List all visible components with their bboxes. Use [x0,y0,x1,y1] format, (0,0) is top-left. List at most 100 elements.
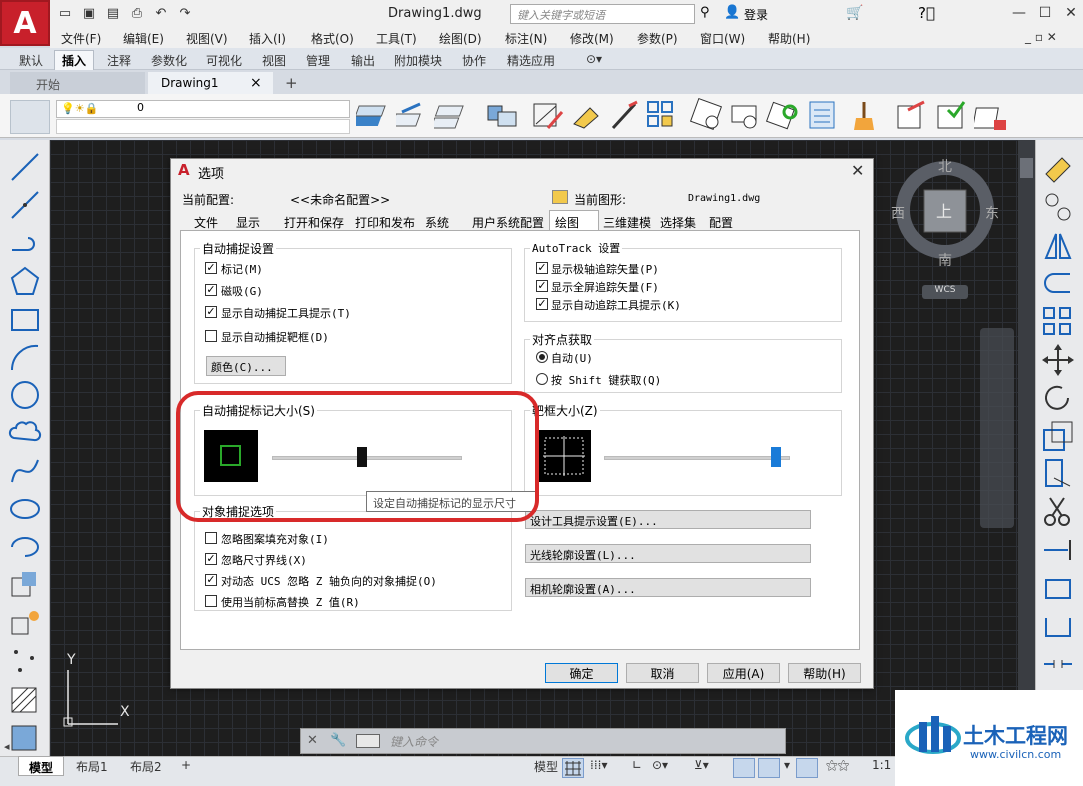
rotate-tool-icon[interactable] [1040,380,1076,416]
menu-help[interactable]: 帮助(H) [768,30,810,47]
otrack-toggle-icon[interactable] [758,758,780,778]
ribbon-tab-visualize[interactable]: 可视化 [206,52,242,69]
menu-window[interactable]: 窗口(W) [700,30,745,47]
ignore-hatch-checkbox[interactable] [205,532,217,544]
line-icon[interactable] [8,150,42,184]
tab-plot-publish[interactable]: 打印和发布 [353,213,417,231]
app-menu-button[interactable]: A [0,0,50,46]
redo-icon[interactable]: ↷ [176,5,194,23]
pencil-icon[interactable] [607,98,643,134]
ribbon-tab-default[interactable]: 默认 [19,52,43,69]
menu-parametric[interactable]: 参数(P) [637,30,678,47]
layout-tab-1[interactable]: 布局1 [76,758,108,775]
gradient-icon[interactable] [8,720,42,754]
help-icon[interactable]: ?⃝ [918,4,935,22]
layout-tab-model[interactable]: 模型 [18,756,64,776]
checklist-icon[interactable] [934,98,970,134]
wcs-menu[interactable]: WCS [922,285,968,299]
circle-icon[interactable] [8,378,42,412]
cancel-button[interactable]: 取消 [626,663,699,683]
chamfer-tool-icon[interactable] [1040,646,1076,682]
replace-z-checkbox[interactable] [205,595,217,607]
new-tab-icon[interactable]: + [285,74,298,92]
annotation-visibility-icon[interactable] [796,758,818,778]
ellipse-arc-icon[interactable] [8,530,42,564]
import-icon[interactable] [894,98,930,134]
model-space-toggle[interactable]: 模型 [534,758,558,775]
layer-match-icon[interactable] [396,98,432,134]
drafting-tooltip-settings-button[interactable]: 设计工具提示设置(E)... [525,510,811,529]
autosnap-magnet-checkbox[interactable]: ✓ [205,284,217,296]
ribbon-tab-addins[interactable]: 附加模块 [394,52,442,69]
menu-insert[interactable]: 插入(I) [249,30,286,47]
cart-icon[interactable]: 🛒 [846,5,863,21]
saveas-icon[interactable]: ▤ [104,5,122,23]
plot-icon[interactable]: ⎙ [128,5,146,23]
lights-glyph-settings-button[interactable]: 光线轮廓设置(L)... [525,544,811,563]
undo-icon[interactable]: ↶ [152,5,170,23]
ignore-dimext-checkbox[interactable]: ✓ [205,553,217,565]
spline-icon[interactable] [8,454,42,488]
menu-view[interactable]: 视图(V) [186,30,228,47]
snap-toggle-icon[interactable]: ⁞⁞⁞▾ [590,758,607,772]
ribbon-tab-view[interactable]: 视图 [262,52,286,69]
command-history-icon[interactable] [356,734,380,748]
attribute-icon[interactable] [690,98,726,134]
join-tool-icon[interactable] [1040,608,1076,644]
aperture-size-slider-track[interactable] [604,456,790,460]
revcloud-icon[interactable] [8,416,42,450]
eraser-icon[interactable] [570,98,606,134]
data-extract-icon[interactable] [806,98,842,134]
tab-files[interactable]: 文件 [192,213,220,231]
hatch-icon[interactable] [530,98,566,134]
autosnap-aperture-checkbox[interactable] [205,330,217,342]
autotrack-tooltip-checkbox[interactable]: ✓ [536,298,548,310]
rectangle-icon[interactable] [8,302,42,336]
command-input[interactable]: 键入命令 [390,733,438,750]
stretch-tool-icon[interactable] [1040,456,1076,492]
viewcube-top-face[interactable]: 上 [936,198,952,222]
menu-file[interactable]: 文件(F) [61,30,101,47]
polar-vector-checkbox[interactable]: ✓ [536,262,548,274]
move-tool-icon[interactable] [1040,342,1076,378]
tab-profiles[interactable]: 配置 [707,213,735,231]
export-icon[interactable] [974,98,1010,134]
alignment-shift-radio[interactable] [536,373,548,385]
make-block-icon[interactable] [8,606,42,640]
polyline-icon[interactable] [8,226,42,260]
isodraft-toggle-icon[interactable]: ⊻▾ [694,758,709,772]
alignment-auto-radio[interactable] [536,351,548,363]
menu-format[interactable]: 格式(O) [311,30,354,47]
compass-east[interactable]: 东 [985,203,999,223]
osnap-toggle-icon[interactable] [733,758,755,778]
save-icon[interactable]: ▣ [80,5,98,23]
menu-dimension[interactable]: 标注(N) [505,30,547,47]
layer-input[interactable] [56,119,350,134]
doc-window-controls[interactable]: _ ▫ ✕ [1025,30,1057,44]
offset-tool-icon[interactable] [1040,266,1076,302]
help-button[interactable]: 帮助(H) [788,663,861,683]
arc-icon[interactable] [8,340,42,374]
insert-icon[interactable] [8,568,42,602]
menu-tools[interactable]: 工具(T) [376,30,417,47]
sync-icon[interactable] [766,98,802,134]
break-tool-icon[interactable] [1040,570,1076,606]
field-icon[interactable] [728,98,764,134]
command-customize-icon[interactable]: 🔧 [330,733,346,748]
ribbon-tab-featured[interactable]: 精选应用 [507,52,555,69]
ribbon-options-icon[interactable]: ⊙▾ [586,52,602,66]
minimize-icon[interactable]: — [1010,5,1028,21]
layout-scroll-left-icon[interactable]: ◂ [4,740,10,753]
close-icon[interactable]: ✕ [1062,5,1080,21]
mirror-tool-icon[interactable] [1040,228,1076,264]
menu-draw[interactable]: 绘图(D) [439,30,482,47]
navigation-bar[interactable] [980,328,1014,528]
login-link[interactable]: 登录 [744,6,768,23]
ribbon-tab-insert[interactable]: 插入 [62,52,86,69]
tab-system[interactable]: 系统 [423,213,451,231]
insert-block-icon[interactable] [484,98,520,134]
tab-user-preferences[interactable]: 用户系统配置 [470,213,546,231]
copy-tool-icon[interactable] [1040,190,1076,226]
layer-properties-icon[interactable] [10,100,50,134]
ribbon-tab-parametric[interactable]: 参数化 [151,52,187,69]
